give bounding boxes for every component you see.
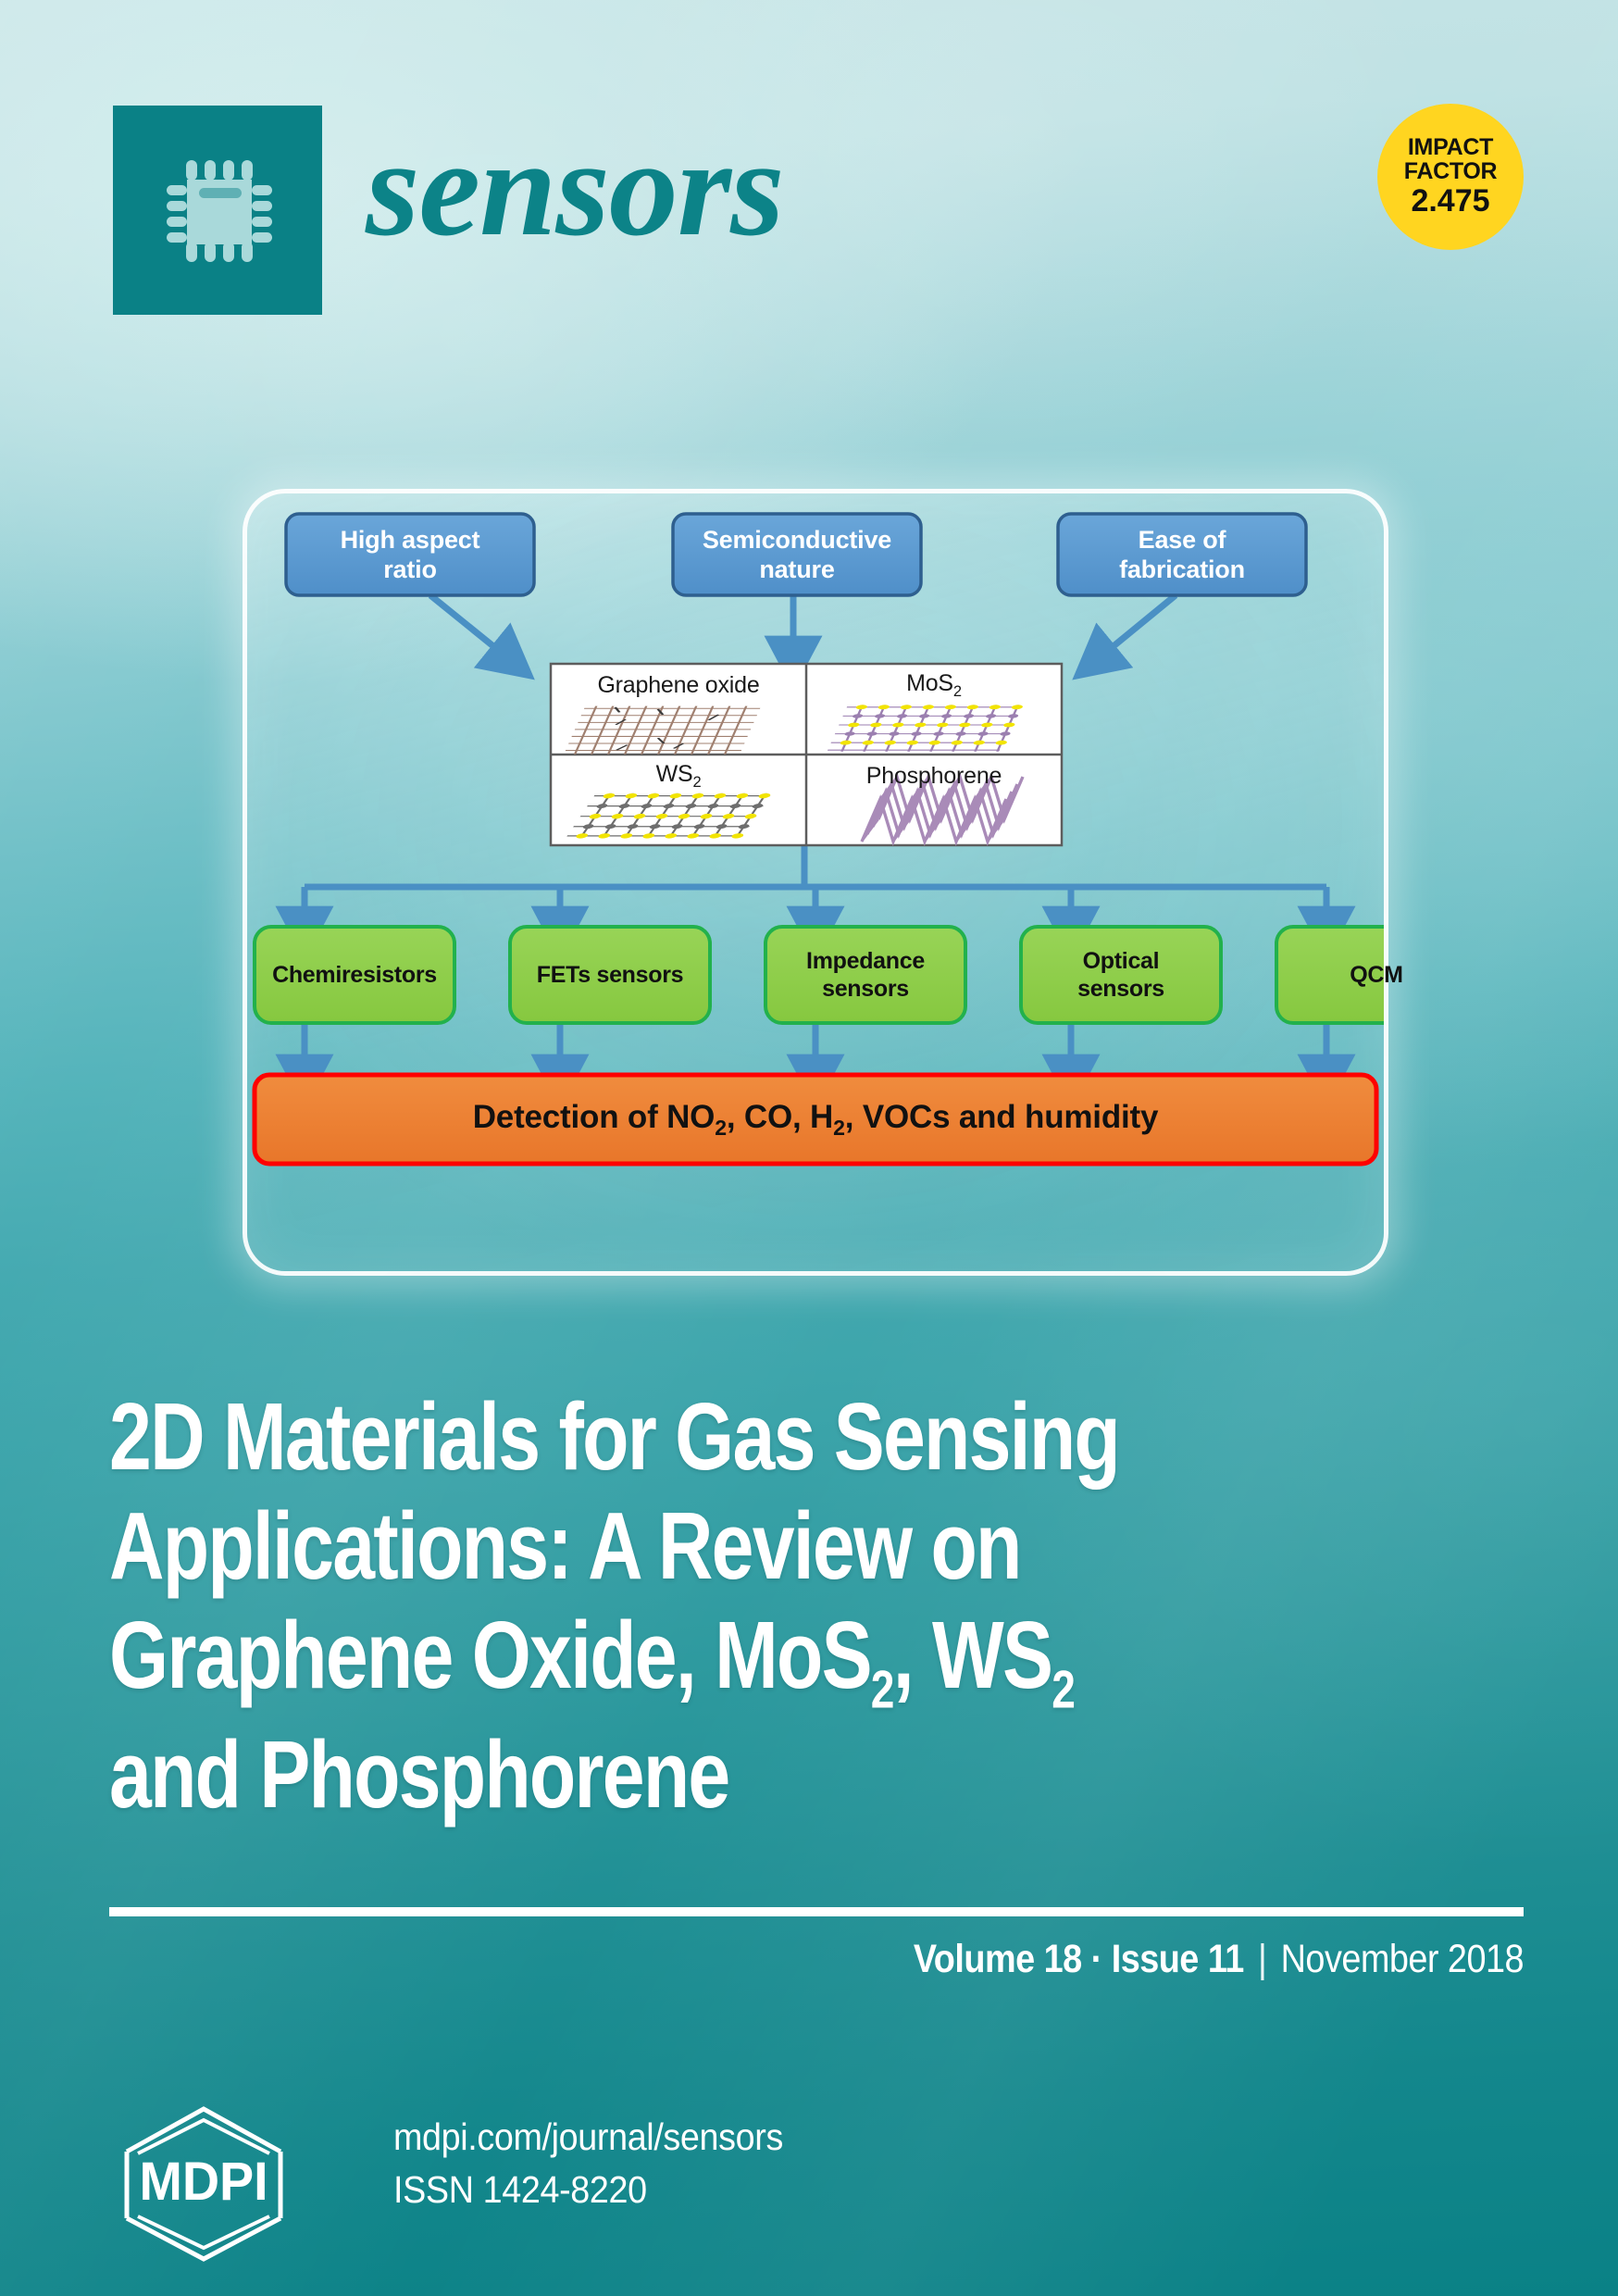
mdpi-hexagon-icon: MDPI	[124, 2106, 283, 2262]
journal-title: sensors	[366, 111, 784, 265]
title-line-1: Applications: A Review on	[109, 1491, 1022, 1599]
impact-factor-value: 2.475	[1411, 183, 1490, 219]
issue-date: November 2018	[1280, 1937, 1525, 1981]
mdpi-logo: MDPI	[116, 2098, 292, 2269]
volume-issue-dot: ·	[1090, 1937, 1103, 1981]
journal-cover: sensors IMPACT FACTOR 2.475 High aspect …	[0, 0, 1618, 2296]
footer-info: mdpi.com/journal/sensors ISSN 1424-8220	[393, 2111, 783, 2215]
journal-issn: ISSN 1424-8220	[393, 2167, 647, 2211]
mdpi-wordmark: MDPI	[139, 2152, 268, 2212]
impact-label-line1: IMPACT	[1407, 134, 1494, 161]
title-divider-rule	[109, 1907, 1524, 1916]
impact-label-line2: FACTOR	[1403, 158, 1498, 185]
cover-figure-panel: High aspect ratio Semiconductive nature …	[243, 489, 1403, 1276]
title-line-3: and Phosphorene	[109, 1721, 730, 1828]
issue-line: Volume 18 · Issue 11 | November 2018	[279, 1937, 1525, 1982]
journal-logo-mark	[113, 106, 322, 315]
flowchart-graphic	[252, 512, 1384, 1167]
cover-article-title: 2D Materials for Gas Sensing Application…	[109, 1382, 1235, 1829]
title-line-2: Graphene Oxide, MoS2, WS2	[109, 1601, 1076, 1720]
volume-label: Volume 18	[913, 1937, 1082, 1981]
issue-label: Issue 11	[1111, 1937, 1245, 1981]
title-line-0: 2D Materials for Gas Sensing	[109, 1383, 1121, 1490]
issue-separator: |	[1258, 1937, 1267, 1981]
journal-url: mdpi.com/journal/sensors	[393, 2115, 783, 2158]
microchip-icon	[167, 160, 272, 262]
impact-factor-badge: IMPACT FACTOR 2.475	[1377, 104, 1524, 250]
